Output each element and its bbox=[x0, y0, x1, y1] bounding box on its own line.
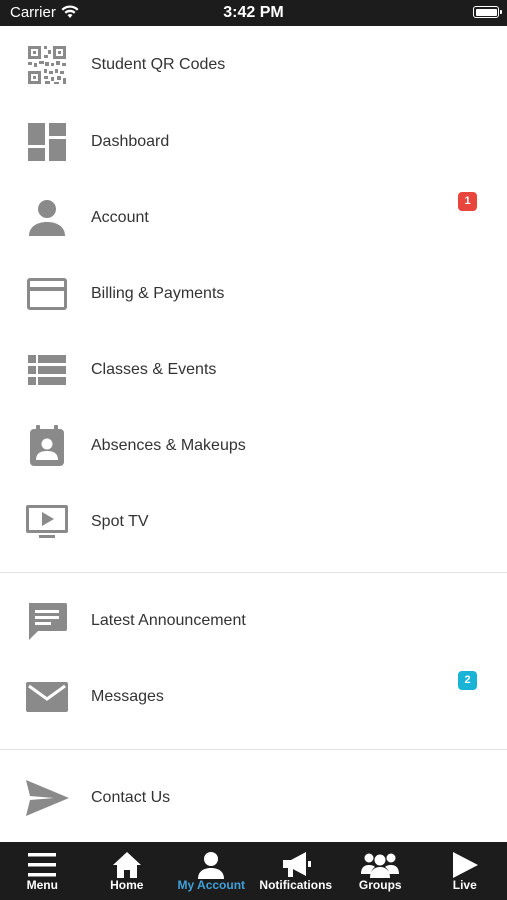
send-icon bbox=[26, 780, 69, 816]
status-time: 3:42 PM bbox=[223, 4, 284, 21]
tab-label: Groups bbox=[358, 878, 402, 892]
list-icon bbox=[28, 355, 66, 385]
messages-badge: 2 bbox=[458, 671, 477, 690]
envelope-icon bbox=[26, 682, 68, 712]
menu-item-label: Classes & Events bbox=[91, 361, 217, 378]
menu-item-latest-announcement[interactable]: Latest Announcement bbox=[0, 583, 507, 659]
qr-code-icon bbox=[28, 46, 66, 84]
menu-item-account[interactable]: Account 1 bbox=[0, 180, 507, 256]
account-badge: 1 bbox=[458, 192, 477, 211]
status-bar: Carrier 3:42 PM bbox=[0, 0, 507, 26]
tab-bar: Menu Home My Account Notifications Group… bbox=[0, 842, 507, 900]
menu-item-label: Messages bbox=[91, 688, 164, 705]
menu-item-label: Contact Us bbox=[91, 789, 171, 806]
menu-item-spot-tv[interactable]: Spot TV bbox=[0, 484, 507, 560]
tab-live[interactable]: Live bbox=[423, 842, 507, 900]
tab-label: Menu bbox=[26, 878, 58, 892]
menu-item-label: Latest Announcement bbox=[91, 612, 246, 629]
dashboard-icon bbox=[28, 123, 66, 161]
person-icon bbox=[198, 852, 225, 879]
menu-item-label: Spot TV bbox=[91, 513, 149, 530]
menu-item-label: Billing & Payments bbox=[91, 285, 225, 302]
menu-item-billing-payments[interactable]: Billing & Payments bbox=[0, 256, 507, 332]
tab-notifications[interactable]: Notifications bbox=[254, 842, 339, 900]
tab-label: Notifications bbox=[259, 878, 333, 892]
menu-item-contact-us[interactable]: Contact Us bbox=[0, 760, 507, 836]
tv-play-icon bbox=[26, 505, 68, 538]
tab-home[interactable]: Home bbox=[85, 842, 170, 900]
tab-groups[interactable]: Groups bbox=[338, 842, 423, 900]
play-icon bbox=[452, 852, 478, 878]
home-icon bbox=[112, 852, 141, 878]
menu-item-absences-makeups[interactable]: Absences & Makeups bbox=[0, 408, 507, 484]
menu-item-messages[interactable]: Messages 2 bbox=[0, 659, 507, 735]
tab-label: My Account bbox=[177, 878, 246, 892]
battery-icon bbox=[473, 6, 502, 18]
tab-my-account[interactable]: My Account bbox=[169, 842, 254, 900]
menu-divider bbox=[0, 572, 507, 573]
menu-item-label: Dashboard bbox=[91, 133, 170, 150]
tab-label: Home bbox=[110, 878, 144, 892]
side-menu: Student QR Codes Dashboard Account 1 Bil… bbox=[0, 26, 507, 836]
menu-item-label: Absences & Makeups bbox=[91, 437, 246, 454]
menu-item-student-qr-codes[interactable]: Student QR Codes bbox=[0, 26, 507, 104]
tab-menu[interactable]: Menu bbox=[0, 842, 85, 900]
group-icon bbox=[361, 853, 400, 878]
chat-bubble-icon bbox=[29, 603, 67, 640]
calendar-person-icon bbox=[30, 425, 64, 466]
menu-item-classes-events[interactable]: Classes & Events bbox=[0, 332, 507, 408]
menu-item-label: Student QR Codes bbox=[91, 56, 226, 73]
credit-card-icon bbox=[27, 278, 67, 310]
menu-item-dashboard[interactable]: Dashboard bbox=[0, 104, 507, 180]
tab-label: Live bbox=[452, 878, 477, 892]
menu-item-label: Account bbox=[91, 209, 149, 226]
megaphone-icon bbox=[282, 852, 311, 877]
hamburger-icon bbox=[28, 853, 57, 877]
menu-divider bbox=[0, 749, 507, 750]
person-icon bbox=[29, 200, 65, 236]
